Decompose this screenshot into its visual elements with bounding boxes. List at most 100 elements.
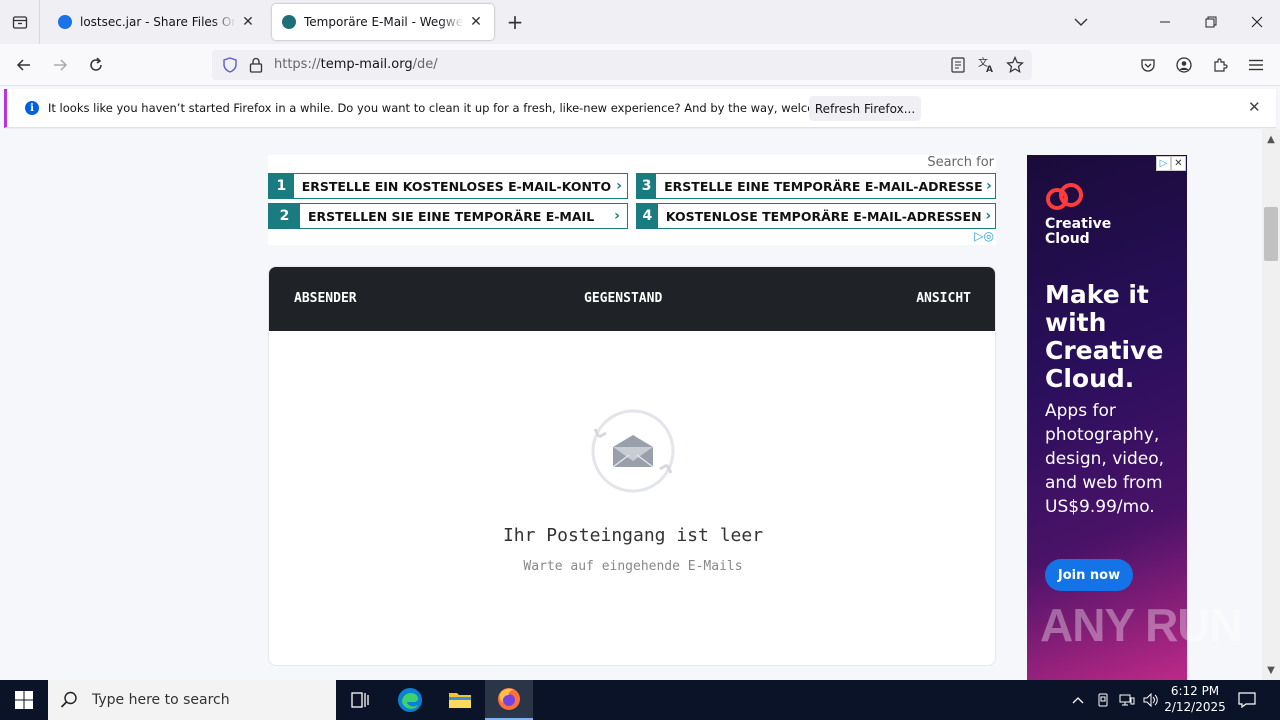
scroll-down-icon[interactable]: ▼: [1262, 662, 1280, 678]
adchoices-icon[interactable]: ▷: [1156, 156, 1171, 171]
body-line: and web from: [1045, 473, 1163, 493]
account-icon: [1176, 57, 1192, 73]
inbox-header: ABSENDER GEGENSTAND ANSICHT: [269, 267, 995, 331]
search-placeholder: Type here to search: [92, 692, 230, 708]
ad-link-text: ERSTELLE EINE TEMPORÄRE E-MAIL-ADRESSE: [664, 178, 983, 194]
edge-icon: [398, 688, 422, 712]
ad-body: Apps for photography, design, video, and…: [1045, 399, 1164, 519]
ad-controls: ▷ ✕: [1156, 156, 1186, 171]
start-button[interactable]: [0, 680, 48, 720]
join-now-button[interactable]: Join now: [1045, 559, 1133, 591]
folder-icon: [449, 693, 471, 708]
device-tray-button[interactable]: [1093, 680, 1113, 720]
windows-taskbar: Type here to search 6:12 PM 2/12/2025: [0, 680, 1280, 720]
url-domain: temp-mail.org: [320, 57, 413, 72]
clock-date: 2/12/2025: [1164, 700, 1226, 714]
ad-number: 2: [269, 204, 300, 228]
svg-text:A: A: [986, 65, 993, 74]
reload-button[interactable]: [82, 51, 110, 79]
extensions-button[interactable]: [1206, 51, 1234, 79]
ad-link-1[interactable]: 1 ERSTELLE EIN KOSTENLOSES E-MAIL-KONTO …: [268, 173, 628, 199]
clock-time: 6:12 PM: [1170, 684, 1220, 698]
network-tray-button[interactable]: [1116, 680, 1138, 720]
tab-title: lostsec.jar - Share Files Online &: [80, 15, 236, 29]
brand-line: Cloud: [1045, 231, 1090, 247]
action-center-button[interactable]: [1232, 680, 1262, 720]
taskbar-clock[interactable]: 6:12 PM 2/12/2025: [1160, 683, 1230, 715]
close-icon: [1251, 16, 1263, 28]
windows-logo-icon: [15, 691, 33, 709]
arrow-right-icon: [54, 59, 68, 71]
url-prefix: https://: [274, 57, 321, 72]
column-sender: ABSENDER: [294, 291, 357, 306]
chevron-down-icon: [1074, 18, 1088, 26]
reader-view-icon[interactable]: [951, 57, 965, 73]
column-view: ANSICHT: [916, 291, 971, 306]
empty-inbox-icon: [591, 409, 675, 493]
ad-price: US$9.99/mo.: [1045, 497, 1155, 517]
minimize-button[interactable]: [1142, 0, 1188, 44]
bookmark-star-icon[interactable]: [1006, 56, 1024, 74]
scroll-up-icon[interactable]: ▲: [1262, 131, 1280, 147]
ad-number: 4: [637, 204, 658, 228]
list-all-tabs-button[interactable]: [1058, 0, 1104, 44]
pocket-icon: [1141, 59, 1155, 72]
volume-tray-button[interactable]: [1140, 680, 1162, 720]
url-text[interactable]: https://temp-mail.org/de/: [274, 57, 438, 72]
taskbar-search-box[interactable]: Type here to search: [48, 680, 336, 720]
ad-number: 1: [269, 174, 294, 198]
ad-link-3[interactable]: 3 ERSTELLE EINE TEMPORÄRE E-MAIL-ADRESSE…: [636, 173, 996, 199]
close-tab-icon[interactable]: ✕: [468, 14, 484, 30]
restore-icon: [1205, 16, 1217, 28]
tab-temp-mail[interactable]: Temporäre E-Mail - Wegwerf Ei ✕: [272, 4, 494, 40]
forward-button[interactable]: [46, 51, 74, 79]
notification-icon: [1238, 692, 1256, 708]
brand-line: Creative: [1045, 216, 1112, 232]
shield-icon[interactable]: [222, 57, 238, 73]
new-tab-button[interactable]: +: [504, 10, 526, 34]
pocket-button[interactable]: [1134, 51, 1162, 79]
url-path: /de/: [412, 57, 438, 72]
task-view-button[interactable]: [336, 680, 384, 720]
ad-link-2[interactable]: 2 ERSTELLEN SIE EINE TEMPORÄRE E-MAIL ›: [268, 203, 628, 229]
chevron-right-icon: ›: [614, 208, 620, 224]
ad-link-4[interactable]: 4 KOSTENLOSE TEMPORÄRE E-MAIL-ADRESSEN ›: [636, 203, 996, 229]
anyrun-watermark: ANY RUN: [1040, 599, 1243, 651]
account-button[interactable]: [1170, 51, 1198, 79]
tab-favicon-icon: [282, 15, 296, 29]
notification-message: It looks like you haven’t started Firefo…: [48, 101, 869, 115]
minimize-icon: [1160, 21, 1170, 23]
ad-brand: Creative Cloud: [1045, 217, 1111, 247]
empty-inbox-subtitle: Warte auf eingehende E-Mails: [523, 559, 743, 574]
close-ad-icon[interactable]: ✕: [1171, 156, 1186, 171]
edge-taskbar-button[interactable]: [386, 680, 434, 720]
headline-line: Make it: [1045, 280, 1149, 309]
tab-strip: lostsec.jar - Share Files Online & ✕ Tem…: [0, 0, 1280, 44]
headline-line: Creative: [1045, 336, 1164, 365]
file-explorer-button[interactable]: [436, 680, 484, 720]
close-notification-icon[interactable]: ✕: [1248, 98, 1261, 116]
chevron-right-icon: ›: [985, 208, 992, 224]
back-button[interactable]: [10, 51, 38, 79]
translate-icon[interactable]: 文A: [977, 56, 995, 74]
restore-button[interactable]: [1188, 0, 1234, 44]
search-for-label: Search for: [927, 155, 994, 170]
close-window-button[interactable]: [1234, 0, 1280, 44]
menu-button[interactable]: [1242, 51, 1270, 79]
show-hidden-icons-button[interactable]: [1068, 680, 1088, 720]
arrow-left-icon: [16, 59, 30, 71]
url-bar[interactable]: https://temp-mail.org/de/ 文A: [212, 50, 1032, 80]
tab-favicon-icon: [58, 15, 72, 29]
device-icon: [1098, 693, 1108, 707]
lock-icon[interactable]: [249, 57, 263, 73]
scrollbar-thumb[interactable]: [1264, 207, 1278, 261]
adchoices-icon[interactable]: ▷◎: [974, 229, 994, 243]
vertical-scrollbar[interactable]: ▲ ▼: [1262, 129, 1280, 680]
close-tab-icon[interactable]: ✕: [240, 14, 256, 30]
tab-lostsec[interactable]: lostsec.jar - Share Files Online & ✕: [48, 4, 266, 40]
refresh-firefox-button[interactable]: Refresh Firefox...: [809, 96, 921, 121]
firefox-view-button[interactable]: [0, 0, 40, 44]
chevron-right-icon: ›: [985, 178, 992, 194]
puzzle-icon: [1214, 58, 1228, 72]
firefox-taskbar-button[interactable]: [485, 680, 533, 720]
